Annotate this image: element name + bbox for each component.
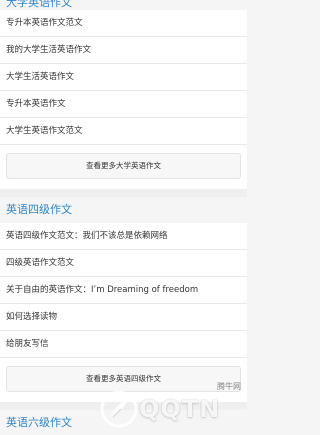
section-divider bbox=[0, 189, 247, 197]
section-cet6: 英语六级作文 bbox=[0, 410, 247, 435]
page: 大学英语作文 专升本英语作文范文 我的大学生活英语作文 大学生活英语作文 专升本… bbox=[0, 0, 247, 435]
list-item[interactable]: 大学生英语作文范文 bbox=[0, 118, 247, 145]
list-item[interactable]: 专升本英语作文范文 bbox=[0, 10, 247, 37]
list-item[interactable]: 四级英语作文范文 bbox=[0, 250, 247, 277]
article-list: 英语四级作文范文：我们不该总是依赖网络 四级英语作文范文 关于自由的英语作文：I… bbox=[0, 223, 247, 358]
section-college-english: 大学英语作文 专升本英语作文范文 我的大学生活英语作文 大学生活英语作文 专升本… bbox=[0, 0, 247, 189]
list-item[interactable]: 给朋友写信 bbox=[0, 331, 247, 358]
list-item[interactable]: 我的大学生活英语作文 bbox=[0, 37, 247, 64]
list-item[interactable]: 专升本英语作文 bbox=[0, 91, 247, 118]
list-item[interactable]: 英语四级作文范文：我们不该总是依赖网络 bbox=[0, 223, 247, 250]
more-wrap: 查看更多英语四级作文 bbox=[0, 358, 247, 402]
article-list: 专升本英语作文范文 我的大学生活英语作文 大学生活英语作文 专升本英语作文 大学… bbox=[0, 10, 247, 145]
list-item[interactable]: 关于自由的英语作文：I’m Dreaming of freedom bbox=[0, 277, 247, 304]
section-cet4: 英语四级作文 英语四级作文范文：我们不该总是依赖网络 四级英语作文范文 关于自由… bbox=[0, 197, 247, 402]
list-item[interactable]: 如何选择读物 bbox=[0, 304, 247, 331]
view-more-button[interactable]: 查看更多英语四级作文 bbox=[6, 366, 241, 392]
section-divider bbox=[0, 402, 247, 410]
section-title: 大学英语作文 bbox=[0, 0, 247, 10]
more-wrap: 查看更多大学英语作文 bbox=[0, 145, 247, 189]
list-item[interactable]: 大学生活英语作文 bbox=[0, 64, 247, 91]
view-more-button[interactable]: 查看更多大学英语作文 bbox=[6, 153, 241, 179]
section-title: 英语四级作文 bbox=[0, 197, 247, 223]
section-title: 英语六级作文 bbox=[0, 410, 247, 435]
